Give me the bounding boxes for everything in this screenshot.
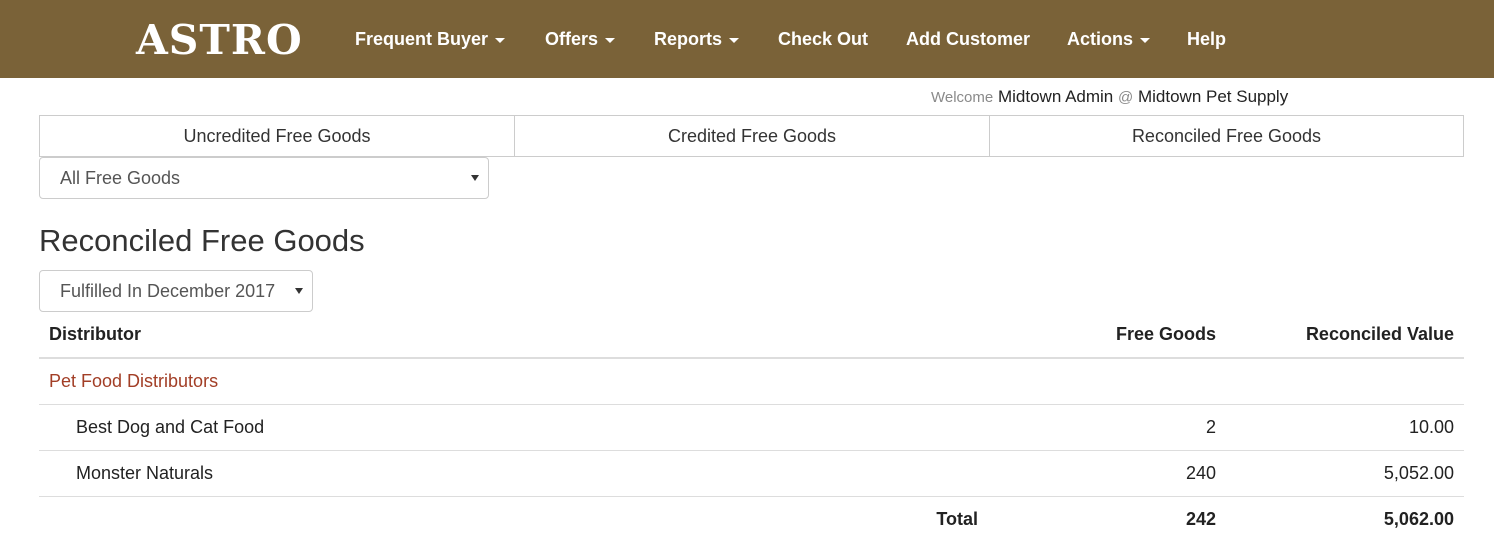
row-reconciled-value: 10.00 bbox=[1408, 417, 1454, 437]
nav-offers[interactable]: Offers bbox=[545, 26, 616, 52]
table-total-row: Total 242 5,062.00 bbox=[39, 497, 1464, 543]
nav-help[interactable]: Help bbox=[1187, 26, 1226, 52]
welcome-prefix: Welcome bbox=[931, 89, 994, 106]
period-select-value: Fulfilled In December 2017 bbox=[60, 281, 276, 301]
nav-actions-label: Actions bbox=[1067, 29, 1134, 49]
table-header: Distributor Free Goods Reconciled Value bbox=[39, 314, 1464, 359]
page-title: Reconciled Free Goods bbox=[39, 223, 365, 258]
distributor-group-link[interactable]: Pet Food Distributors bbox=[49, 370, 218, 392]
column-header-free-goods[interactable]: Free Goods bbox=[1116, 323, 1216, 345]
nav-actions[interactable]: Actions bbox=[1067, 26, 1151, 52]
column-header-distributor[interactable]: Distributor bbox=[49, 323, 141, 345]
free-goods-filter-value: All Free Goods bbox=[60, 168, 181, 188]
total-reconciled-value: 5,062.00 bbox=[1383, 509, 1454, 529]
nav-reports-label: Reports bbox=[654, 29, 723, 49]
table-row: Monster Naturals 240 5,052.00 bbox=[39, 451, 1464, 497]
welcome-user: Midtown Admin bbox=[997, 87, 1114, 106]
column-header-reconciled-value[interactable]: Reconciled Value bbox=[1306, 323, 1454, 345]
free-goods-filter-select[interactable]: All Free Goods bbox=[39, 157, 489, 199]
welcome-message: Welcome Midtown Admin @ Midtown Pet Supp… bbox=[931, 86, 1288, 109]
total-free-goods: 242 bbox=[1185, 509, 1216, 529]
total-label: Total bbox=[936, 509, 978, 529]
nav-check-out-label: Check Out bbox=[778, 29, 869, 49]
caret-down-icon bbox=[605, 37, 616, 43]
nav-reports[interactable]: Reports bbox=[654, 26, 740, 52]
tab-uncredited-free-goods[interactable]: Uncredited Free Goods bbox=[39, 115, 515, 157]
tab-reconciled-free-goods[interactable]: Reconciled Free Goods bbox=[989, 115, 1464, 157]
row-distributor: Best Dog and Cat Food bbox=[76, 417, 265, 437]
table-group-row: Pet Food Distributors bbox=[39, 359, 1464, 405]
period-select[interactable]: Fulfilled In December 2017 bbox=[39, 270, 313, 312]
astro-logo[interactable]: ASTRO bbox=[136, 18, 303, 62]
nav-help-label: Help bbox=[1187, 29, 1227, 49]
welcome-store: Midtown Pet Supply bbox=[1137, 87, 1289, 106]
caret-down-icon bbox=[729, 37, 740, 43]
row-free-goods: 2 bbox=[1205, 417, 1216, 437]
select-caret-icon bbox=[471, 175, 479, 181]
nav-add-customer-label: Add Customer bbox=[906, 29, 1031, 49]
nav-check-out[interactable]: Check Out bbox=[778, 26, 868, 52]
tab-credited-free-goods[interactable]: Credited Free Goods bbox=[514, 115, 990, 157]
caret-down-icon bbox=[1140, 37, 1151, 43]
select-caret-icon bbox=[295, 288, 303, 294]
nav-frequent-buyer[interactable]: Frequent Buyer bbox=[355, 26, 506, 52]
top-navbar: ASTRO Frequent Buyer Offers Reports Chec… bbox=[0, 0, 1494, 78]
caret-down-icon bbox=[495, 37, 506, 43]
row-reconciled-value: 5,052.00 bbox=[1383, 463, 1454, 483]
nav-offers-label: Offers bbox=[545, 29, 599, 49]
nav-add-customer[interactable]: Add Customer bbox=[906, 26, 1030, 52]
row-distributor: Monster Naturals bbox=[76, 463, 214, 483]
welcome-at: @ bbox=[1118, 89, 1134, 106]
nav-frequent-buyer-label: Frequent Buyer bbox=[355, 29, 489, 49]
row-free-goods: 240 bbox=[1185, 463, 1216, 483]
table-row: Best Dog and Cat Food 2 10.00 bbox=[39, 405, 1464, 451]
